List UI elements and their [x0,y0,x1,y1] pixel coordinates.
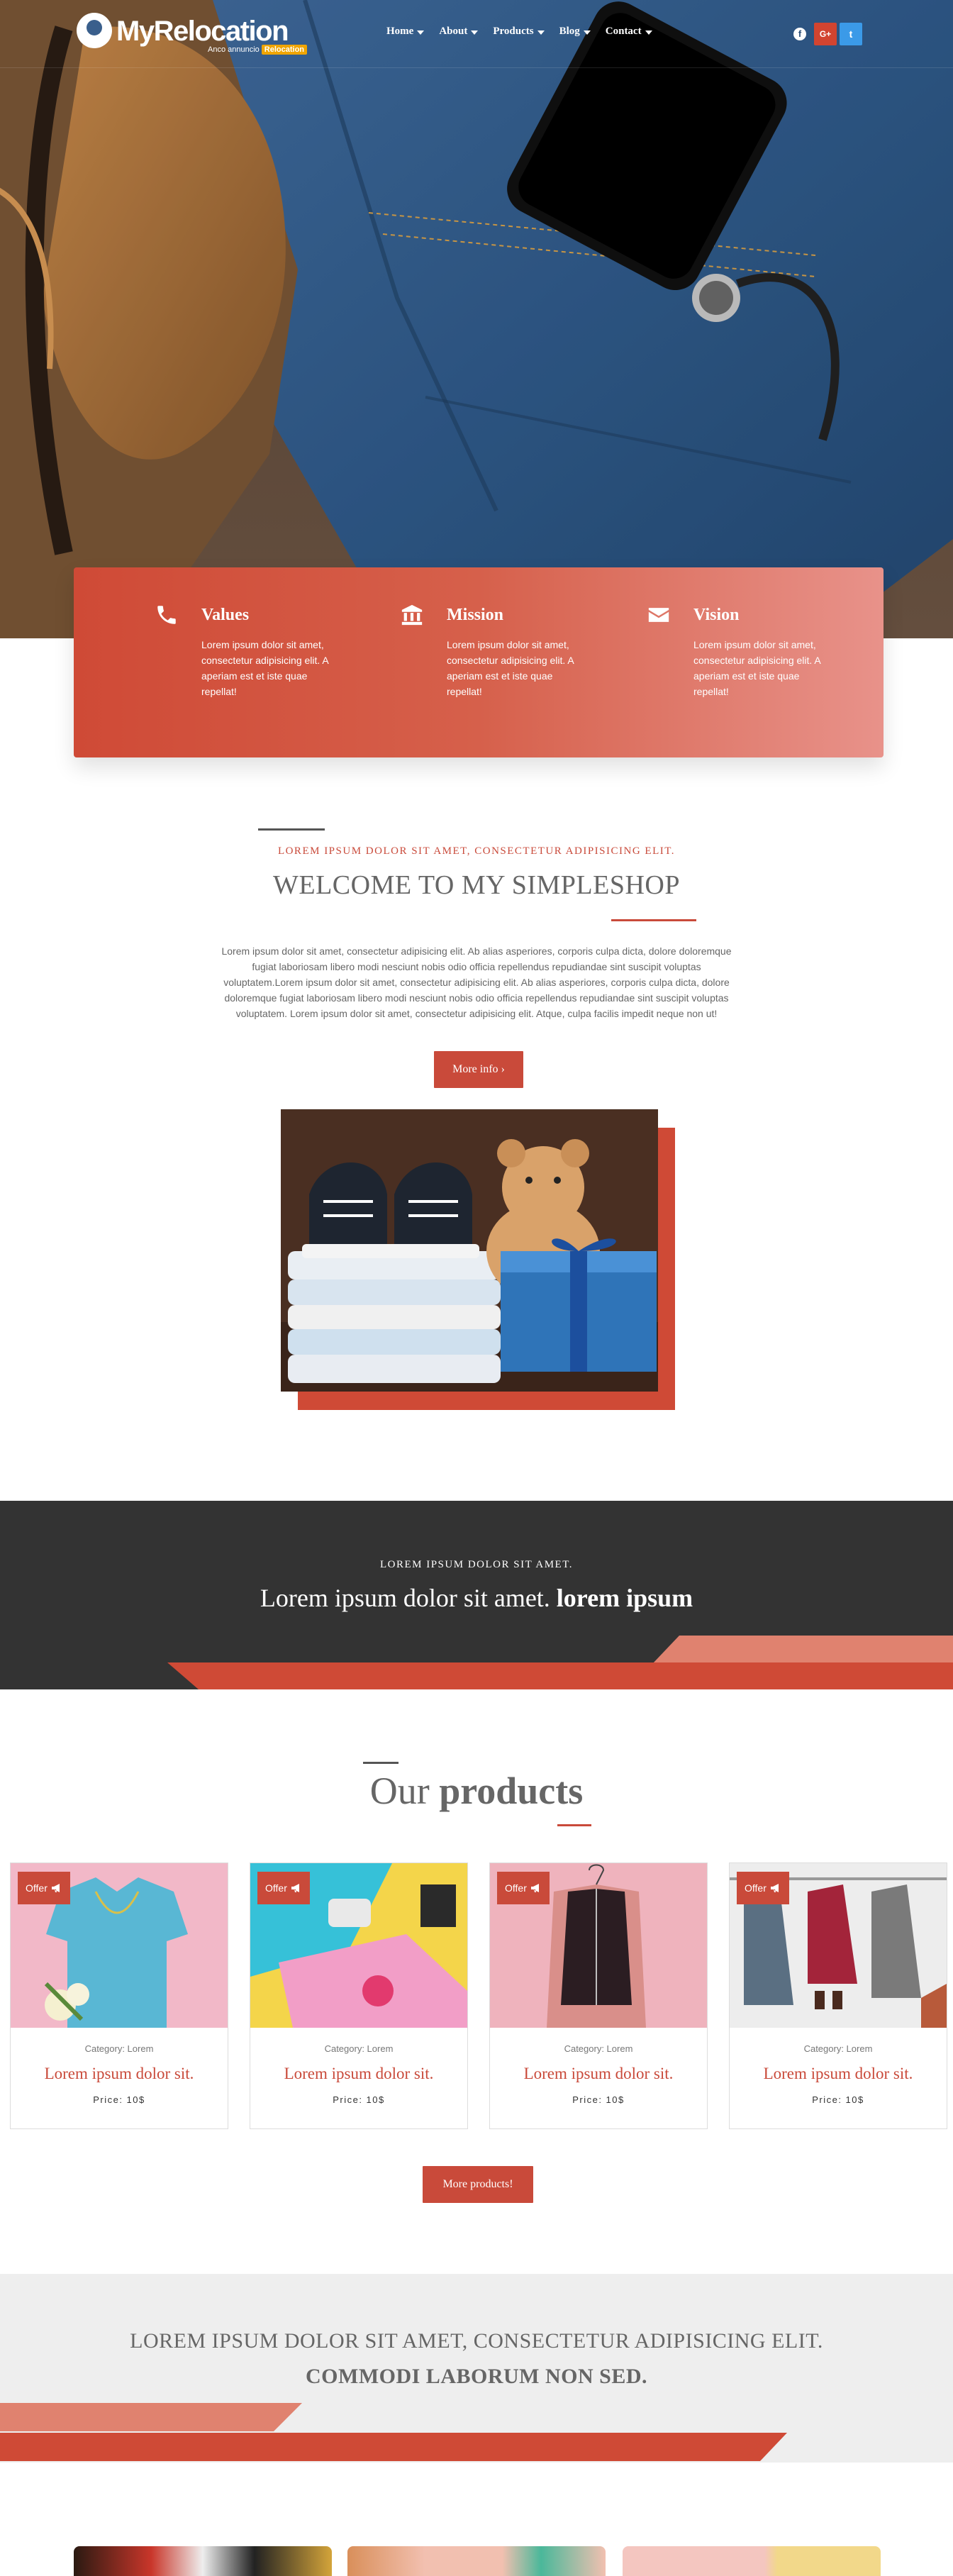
welcome-image [281,1109,658,1392]
product-price: Price: 10$ [93,2094,145,2105]
welcome-image-frame [281,1109,675,1410]
brand-tagline: Anco annuncio Relocation [208,45,308,55]
more-products-button[interactable]: More products! [423,2166,533,2203]
banner-section: LOREM IPSUM DOLOR SIT AMET. Lorem ipsum … [0,1501,953,1689]
facebook-icon: f [793,28,806,40]
product-name[interactable]: Lorem ipsum dolor sit. [730,2065,947,2083]
section-divider [363,1762,399,1764]
megaphone-icon [530,1884,539,1892]
offer-label: Offer [265,1882,287,1894]
welcome-kicker: LOREM IPSUM DOLOR SIT AMET, CONSECTETUR … [277,845,676,857]
brand-tagline-prefix: Anco annuncio [208,45,260,54]
nav-about[interactable]: About [439,26,479,38]
product-price: Price: 10$ [572,2094,625,2105]
feature-text: Lorem ipsum dolor sit amet, consectetur … [693,639,820,697]
hero-section: MyRelocation Anco annuncio Relocation Hom… [0,0,953,638]
product-category: Category: Lorem [84,2043,154,2054]
blog-card-image[interactable] [623,2546,881,2576]
product-card[interactable]: Offer Category: Lorem Lorem ipsum dolor … [489,1862,708,2129]
brand-tagline-badge: Relocation [261,45,308,55]
bank-icon [401,604,423,626]
facebook-link[interactable]: f [788,23,811,45]
social-links: f G+ t [788,23,862,45]
title-underline [557,1824,591,1826]
googleplus-icon: G+ [819,29,832,39]
product-price: Price: 10$ [333,2094,385,2105]
features-box: Values Lorem ipsum dolor sit amet, conse… [74,567,884,757]
product-name[interactable]: Lorem ipsum dolor sit. [490,2065,707,2083]
product-card[interactable]: Offer Category: Lorem Lorem ipsum dolor … [250,1862,468,2129]
product-name[interactable]: Lorem ipsum dolor sit. [250,2065,467,2083]
section-divider [258,828,325,831]
banner-stripes [167,1636,953,1689]
megaphone-icon [770,1884,779,1892]
nav-blog[interactable]: Blog [559,26,591,38]
hero-background-image [0,0,953,638]
products-title-bold: products [439,1770,584,1812]
welcome-body: Lorem ipsum dolor sit amet, consectetur … [221,945,732,1019]
product-category: Category: Lorem [803,2043,873,2054]
product-price: Price: 10$ [812,2094,864,2105]
more-info-button[interactable]: More info › [434,1051,523,1088]
phone-icon [157,606,176,624]
twitter-link[interactable]: t [840,23,862,45]
product-category: Category: Lorem [564,2043,633,2054]
feature-text: Lorem ipsum dolor sit amet, consectetur … [201,639,328,697]
nav-home[interactable]: Home [386,26,425,38]
product-name[interactable]: Lorem ipsum dolor sit. [11,2065,228,2083]
offer-badge: Offer [257,1872,310,1904]
top-navbar: MyRelocation Anco annuncio Relocation Hom… [0,0,953,68]
megaphone-icon [51,1884,60,1892]
googleplus-link[interactable]: G+ [814,23,837,45]
envelope-icon [648,608,669,622]
feature-title: Values [201,606,250,624]
offer-badge: Offer [497,1872,550,1904]
cta-section: LOREM IPSUM DOLOR SIT AMET, CONSECTETUR … [0,2274,953,2463]
feature-title: Vision [693,606,740,624]
offer-label: Offer [505,1882,527,1894]
nav-contact[interactable]: Contact [606,26,653,38]
feature-text: Lorem ipsum dolor sit amet, consectetur … [447,639,574,697]
brand-logo[interactable]: MyRelocation Anco annuncio Relocation [77,13,311,55]
product-category: Category: Lorem [324,2043,394,2054]
blog-card-image[interactable] [347,2546,606,2576]
main-nav: Home About Products Blog Contact [386,26,667,38]
logo-mark-icon [77,13,112,48]
blog-card-image[interactable] [74,2546,332,2576]
feature-title: Mission [447,606,504,624]
product-card[interactable]: Offer Category: Lorem Lorem ipsum dolor … [10,1862,228,2129]
brand-name: MyRelocation [116,16,289,47]
megaphone-icon [291,1884,299,1892]
twitter-icon: t [849,28,853,40]
products-title-plain: Our [369,1770,440,1812]
offer-badge: Offer [737,1872,789,1904]
nav-products[interactable]: Products [493,26,545,38]
offer-label: Offer [745,1882,767,1894]
cta-stripes [0,2403,787,2461]
offer-badge: Offer [18,1872,70,1904]
products-title: Our products [0,1769,953,1813]
product-card[interactable]: Offer Category: Lorem Lorem ipsum dolor … [729,1862,947,2129]
offer-label: Offer [26,1882,48,1894]
title-underline [611,919,696,921]
welcome-title: WELCOME TO MY SIMPLESHOP [273,870,680,900]
